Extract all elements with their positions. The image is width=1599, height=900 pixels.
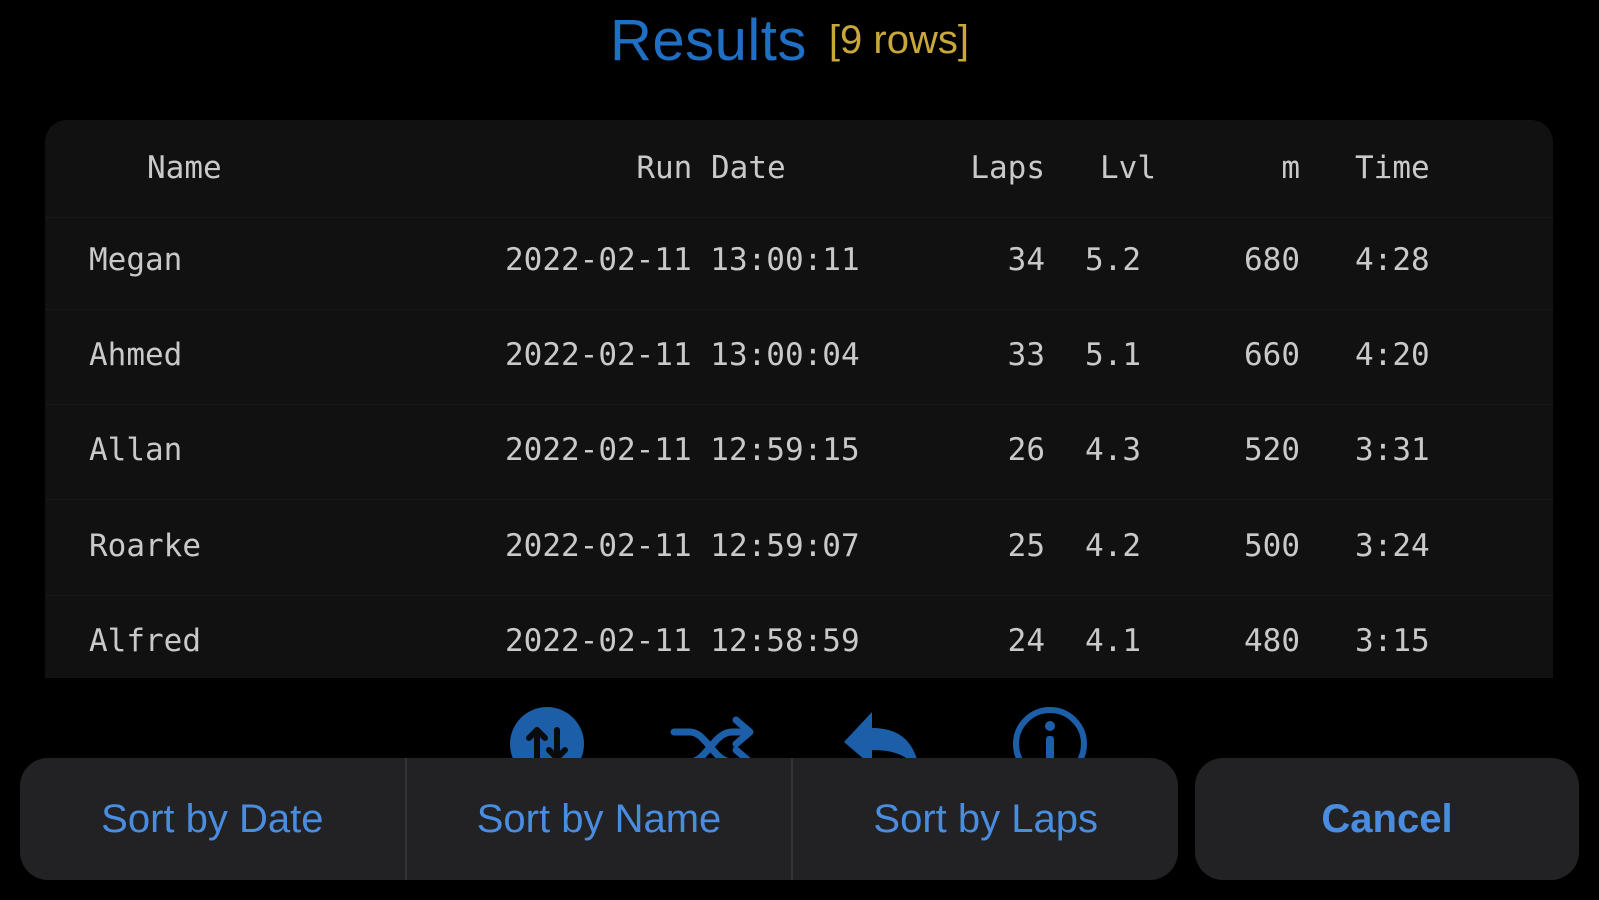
cell-run-date: 2022-02-11 12:59:15 [505,432,860,468]
table-row[interactable]: Alfred 2022-02-11 12:58:59 24 4.1 480 3:… [45,593,1553,678]
cell-time: 3:31 [1355,432,1430,468]
cell-name: Roarke [89,528,201,564]
table-row[interactable]: Allan 2022-02-11 12:59:15 26 4.3 520 3:3… [45,402,1553,500]
row-count-badge: [9 rows] [828,17,969,62]
cell-lvl: 4.1 [1085,623,1141,659]
cancel-button[interactable]: Cancel [1195,758,1579,880]
cell-laps: 33 [1007,337,1045,373]
cell-run-date: 2022-02-11 12:58:59 [505,623,860,659]
cell-run-date: 2022-02-11 12:59:07 [505,528,860,564]
sort-action-sheet: Sort by Date Sort by Name Sort by Laps [20,758,1178,880]
table-row[interactable]: Megan 2022-02-11 13:00:11 34 5.2 680 4:2… [45,212,1553,310]
cell-m: 520 [1244,432,1300,468]
cell-laps: 26 [1007,432,1045,468]
cell-lvl: 5.2 [1085,242,1141,278]
table-row[interactable]: Ahmed 2022-02-11 13:00:04 33 5.1 660 4:2… [45,307,1553,405]
cell-name: Alfred [89,623,201,659]
column-header-laps: Laps [970,150,1045,186]
cell-lvl: 5.1 [1085,337,1141,373]
column-header-m: m [1281,150,1300,186]
cell-name: Allan [89,432,183,468]
page-title: Results [610,7,807,73]
table-row[interactable]: Roarke 2022-02-11 12:59:07 25 4.2 500 3:… [45,498,1553,596]
cell-name: Ahmed [89,337,183,373]
cell-run-date: 2022-02-11 13:00:04 [505,337,860,373]
cell-name: Megan [89,242,183,278]
cell-m: 660 [1244,337,1300,373]
cell-time: 4:28 [1355,242,1430,278]
column-header-run-date: Run Date [636,150,786,186]
cell-lvl: 4.2 [1085,528,1141,564]
cell-lvl: 4.3 [1085,432,1141,468]
cell-m: 500 [1244,528,1300,564]
cell-time: 3:15 [1355,623,1430,659]
results-header: Results [9 rows] [0,0,1599,80]
cell-time: 4:20 [1355,337,1430,373]
sort-by-name-button[interactable]: Sort by Name [404,758,792,880]
cell-run-date: 2022-02-11 13:00:11 [505,242,860,278]
column-header-time: Time [1355,150,1430,186]
cell-time: 3:24 [1355,528,1430,564]
cell-laps: 24 [1007,623,1045,659]
cell-m: 680 [1244,242,1300,278]
sort-by-date-button[interactable]: Sort by Date [20,758,405,880]
column-header-name: Name [147,150,222,186]
cell-laps: 25 [1007,528,1045,564]
table-header-row: Name Run Date Laps Lvl m Time [45,120,1553,218]
sort-by-laps-button[interactable]: Sort by Laps [791,758,1178,880]
cell-m: 480 [1244,623,1300,659]
results-table-panel[interactable]: Name Run Date Laps Lvl m Time Megan 2022… [45,120,1553,678]
cell-laps: 34 [1007,242,1045,278]
